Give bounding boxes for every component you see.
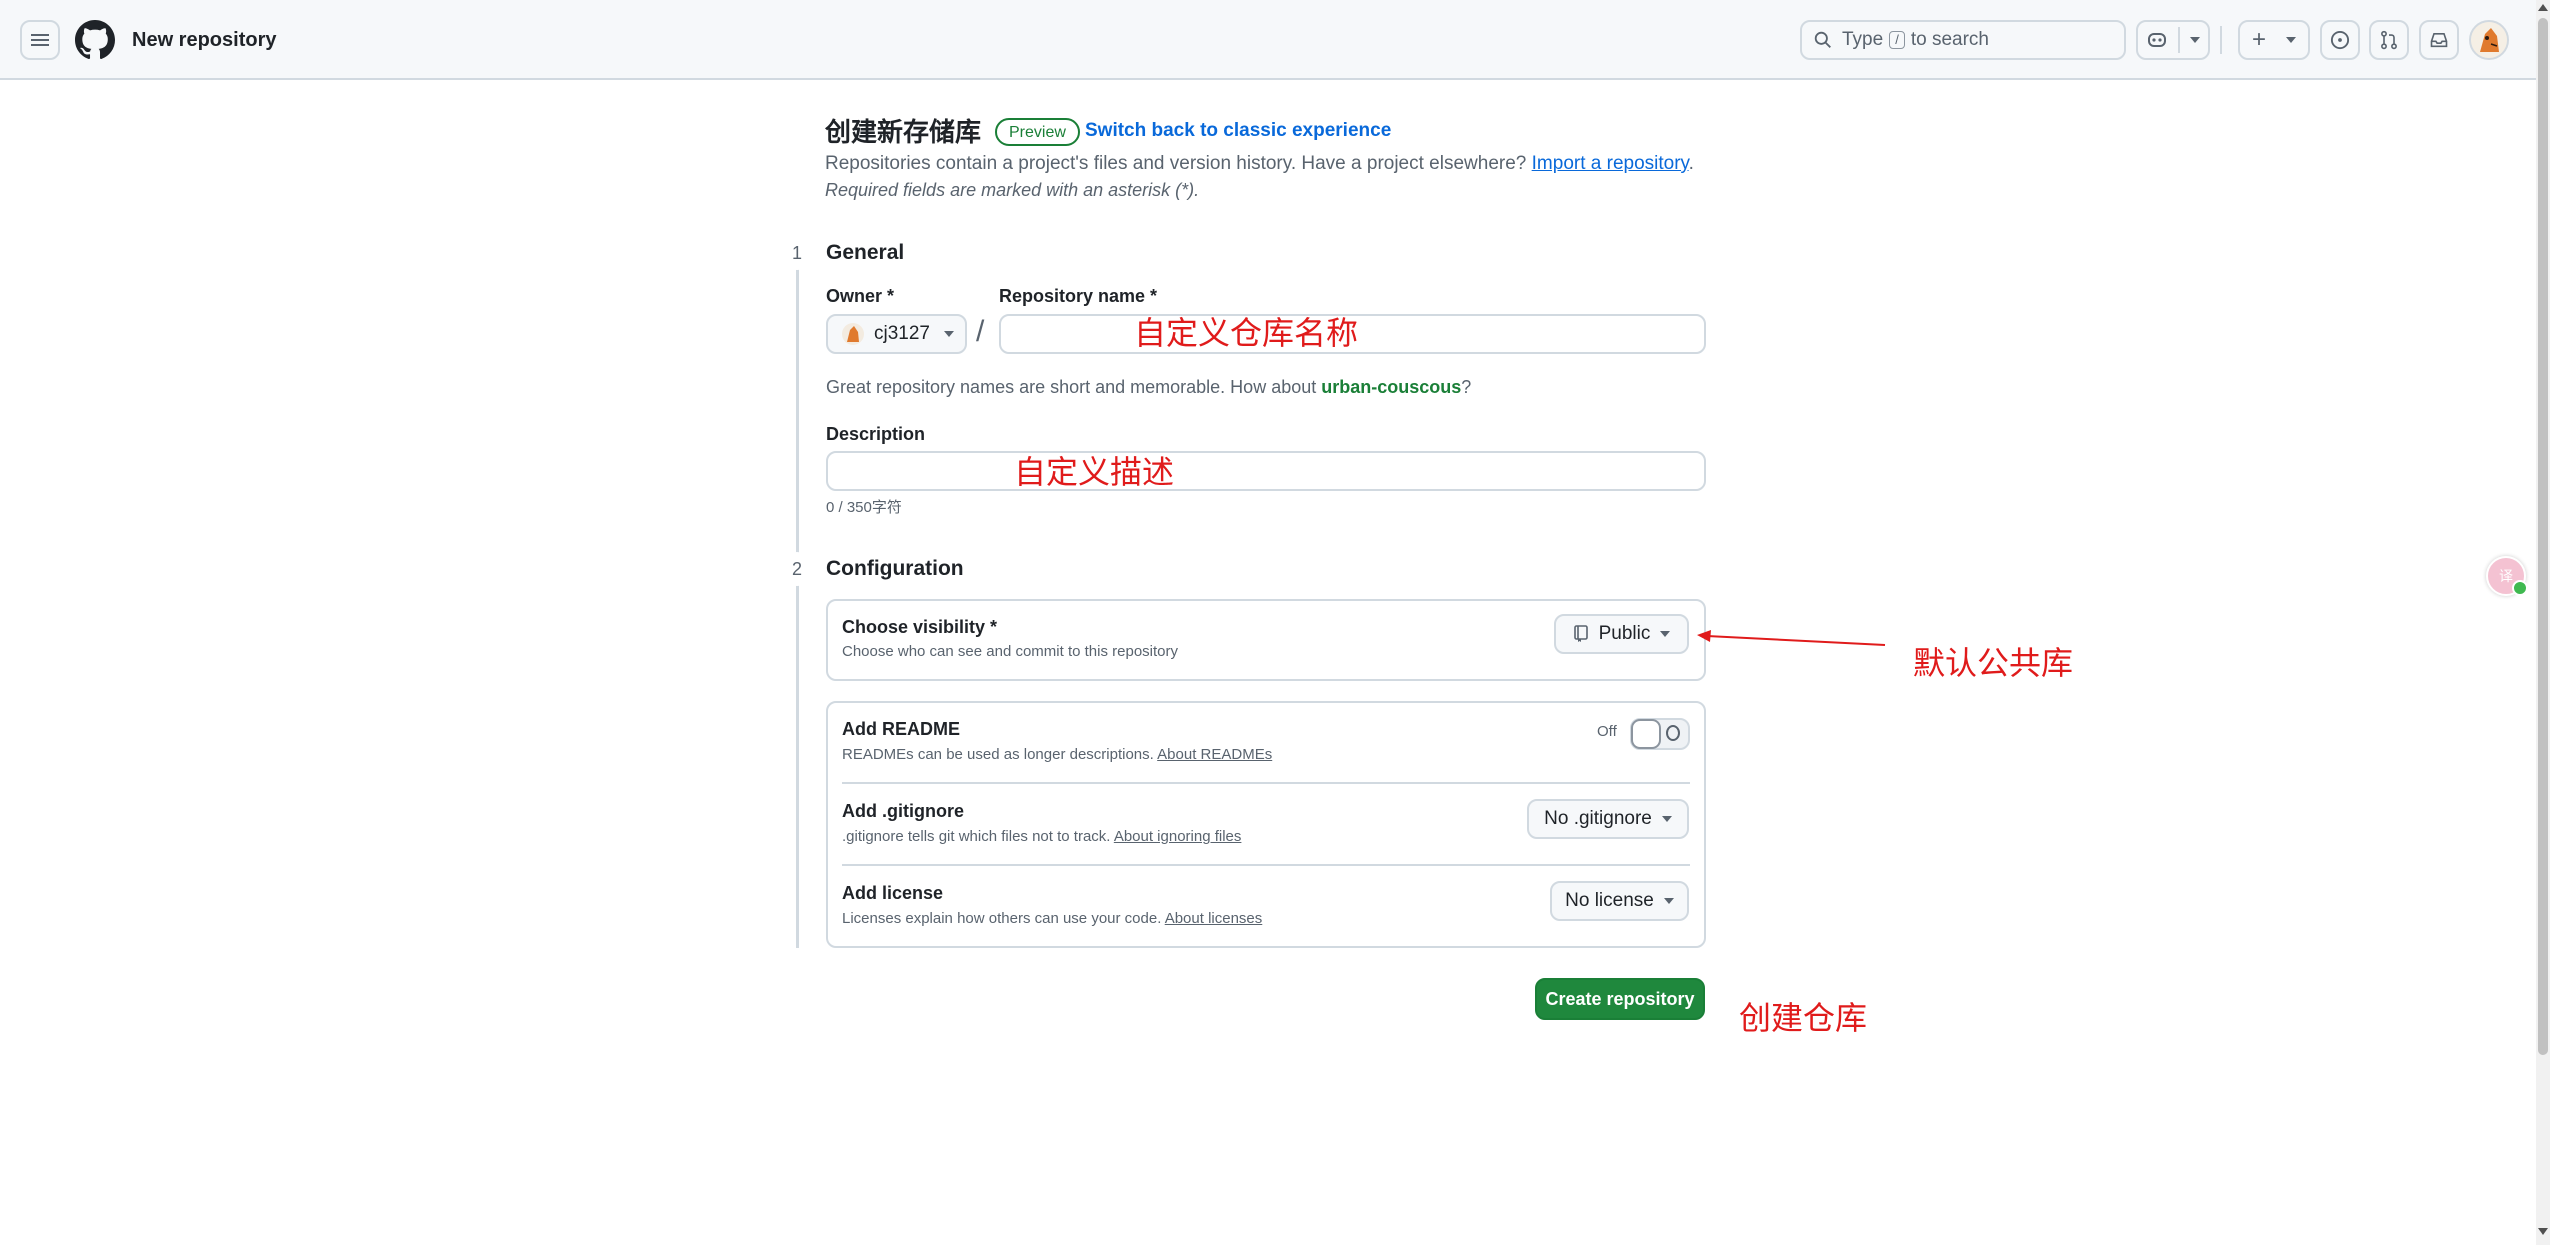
intro-period: . [1688, 153, 1694, 174]
toggle-knob [1631, 719, 1661, 749]
section-title-configuration: Configuration [826, 557, 964, 580]
github-logo-icon[interactable] [75, 20, 115, 60]
scroll-down-icon[interactable] [2538, 1228, 2548, 1235]
annotation-create: 创建仓库 [1739, 999, 1868, 1037]
issues-icon [2330, 30, 2350, 50]
hint-prefix: Great repository names are short and mem… [826, 377, 1317, 397]
required-note: Required fields are marked with an aster… [825, 180, 1200, 200]
issues-button[interactable] [2320, 20, 2360, 60]
switch-classic-link[interactable]: Switch back to classic experience [1085, 118, 1391, 144]
chevron-down-icon [1660, 631, 1671, 637]
readme-title: Add README [842, 719, 960, 739]
chevron-down-icon [1661, 816, 1672, 822]
repository-name-label: Repository name * [999, 286, 1158, 306]
header-title[interactable]: New repository [132, 26, 276, 54]
menu-icon [31, 31, 49, 49]
copilot-icon [2148, 33, 2166, 47]
gitignore-desc: .gitignore tells git which files not to … [842, 827, 1241, 847]
annotation-repo-name: 自定义仓库名称 [1134, 314, 1359, 352]
readme-toggle[interactable] [1630, 718, 1690, 750]
gitignore-title: Add .gitignore [842, 801, 964, 821]
chevron-down-icon [1663, 898, 1674, 904]
annotation-visibility: 默认公共库 [1913, 644, 2074, 682]
license-title: Add license [842, 883, 944, 903]
step-line [796, 256, 799, 948]
search-to-search-text: to search [1910, 29, 1989, 50]
visibility-value: Public [1598, 623, 1651, 644]
gitignore-desc-text: .gitignore tells git which files not to … [842, 828, 1111, 845]
about-ignoring-files-link[interactable]: About ignoring files [1114, 828, 1242, 845]
header-divider [2220, 26, 2222, 54]
annotation-description: 自定义描述 [1014, 453, 1175, 491]
owner-select[interactable]: cj3127 [826, 314, 967, 354]
pull-requests-icon [2381, 30, 2397, 50]
import-repository-link[interactable]: Import a repository [1532, 153, 1689, 174]
divider [842, 782, 1690, 784]
step-number-configuration: 2 [780, 552, 814, 586]
toggle-off-icon [1666, 725, 1680, 741]
menu-button[interactable] [20, 20, 60, 60]
description-label: Description [826, 424, 926, 444]
owner-avatar [842, 323, 864, 345]
preview-badge: Preview [995, 118, 1080, 146]
inbox-button[interactable] [2419, 20, 2459, 60]
hint-suffix: ? [1461, 377, 1472, 397]
section-title-general: General [826, 241, 905, 264]
pull-requests-button[interactable] [2369, 20, 2409, 60]
license-value: No license [1565, 890, 1654, 911]
divider [842, 864, 1690, 866]
name-suggestion-hint: Great repository names are short and mem… [826, 374, 1471, 400]
scroll-up-icon[interactable] [2538, 4, 2548, 11]
readme-desc: READMEs can be used as longer descriptio… [842, 745, 1272, 765]
chevron-down-icon [2286, 37, 2296, 43]
license-desc-text: Licenses explain how others can use your… [842, 910, 1162, 927]
plus-icon: + [2252, 26, 2267, 53]
description-char-counter: 0 / 350字符 [826, 499, 902, 516]
about-readmes-link[interactable]: About READMEs [1157, 746, 1272, 763]
status-dot [2512, 580, 2528, 596]
create-repository-button[interactable]: Create repository [1535, 978, 1705, 1020]
intro-text: Repositories contain a project's files a… [825, 151, 1694, 177]
intro-sentence: Repositories contain a project's files a… [825, 153, 1527, 174]
visibility-title: Choose visibility * [842, 617, 998, 637]
gitignore-value: No .gitignore [1544, 808, 1652, 829]
owner-repo-separator: / [976, 315, 985, 348]
about-licenses-link[interactable]: About licenses [1165, 910, 1263, 927]
create-new-button[interactable]: + [2238, 20, 2310, 60]
search-type-text: Type [1842, 29, 1884, 50]
copilot-button[interactable] [2136, 20, 2210, 60]
readme-desc-text: READMEs can be used as longer descriptio… [842, 746, 1154, 763]
owner-value: cj3127 [874, 323, 930, 344]
gitignore-select[interactable]: No .gitignore [1527, 799, 1689, 839]
search-input[interactable]: Type / to search [1800, 20, 2126, 60]
owner-label: Owner * [826, 286, 895, 306]
user-avatar[interactable] [2469, 20, 2509, 60]
page-title: 创建新存储库 [825, 117, 982, 147]
chevron-down-icon [2190, 37, 2200, 43]
inbox-icon [2430, 32, 2448, 48]
search-icon [1814, 31, 1831, 48]
suggested-name[interactable]: urban-couscous [1321, 377, 1461, 397]
visibility-desc: Choose who can see and commit to this re… [842, 643, 1178, 660]
license-select[interactable]: No license [1550, 881, 1689, 921]
step-number-general: 1 [780, 236, 814, 270]
chevron-down-icon [944, 331, 954, 337]
search-shortcut-key: / [1889, 31, 1905, 49]
readme-toggle-label: Off [1597, 723, 1617, 740]
scrollbar-thumb[interactable] [2538, 18, 2548, 1055]
repo-icon [1573, 625, 1588, 642]
annotation-arrow [1697, 630, 1886, 646]
description-input[interactable] [826, 451, 1706, 491]
visibility-select[interactable]: Public [1554, 614, 1689, 654]
license-desc: Licenses explain how others can use your… [842, 909, 1262, 929]
